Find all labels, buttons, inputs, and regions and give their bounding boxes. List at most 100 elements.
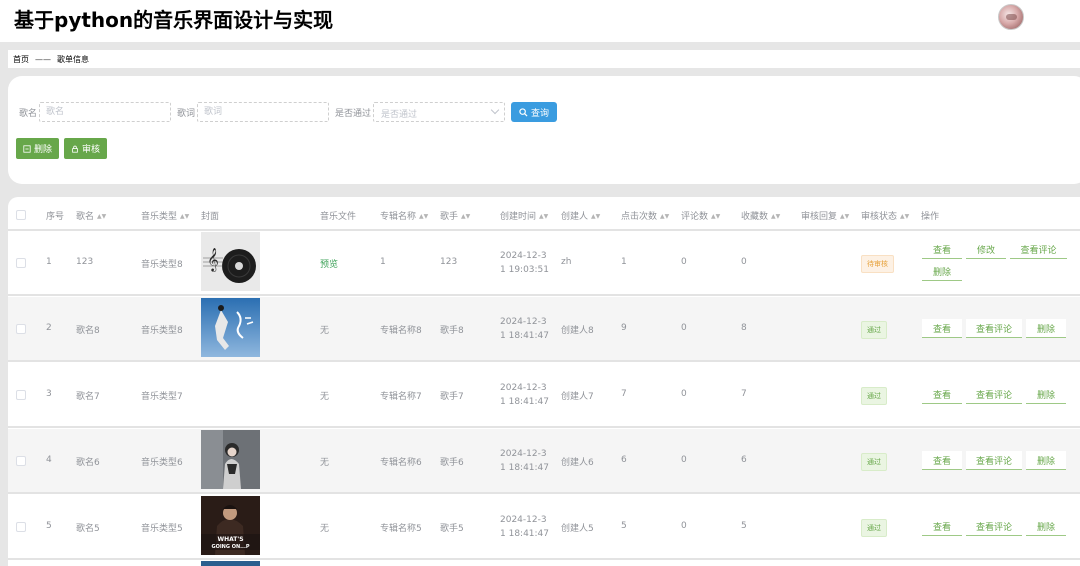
- th-reply[interactable]: 审核回复 ▲▼: [801, 209, 849, 222]
- view-comments-button[interactable]: 查看评论: [966, 451, 1022, 470]
- cell-clicks: 9: [621, 323, 627, 333]
- th-clicks[interactable]: 点击次数 ▲▼: [621, 209, 669, 222]
- th-favorites-label: 收藏数: [741, 212, 769, 222]
- cell-singer: 歌手5: [440, 524, 464, 534]
- th-name[interactable]: 歌名 ▲▼: [76, 209, 106, 222]
- cell-file: 无: [320, 326, 330, 336]
- lyrics-input[interactable]: [197, 102, 330, 122]
- approved-select[interactable]: 是否通过: [373, 102, 506, 122]
- cell-album: 1: [380, 257, 386, 267]
- breadcrumb-home[interactable]: 首页: [13, 54, 29, 65]
- svg-text:WHAT'S: WHAT'S: [217, 536, 243, 543]
- cell-favorites: 8: [741, 323, 747, 333]
- view-button[interactable]: 查看: [922, 385, 962, 404]
- review-button[interactable]: 审核: [64, 138, 108, 159]
- th-album[interactable]: 专辑名称 ▲▼: [380, 209, 428, 222]
- cell-creator: zh: [561, 257, 572, 267]
- search-icon: [519, 107, 528, 117]
- song-name-label: 歌名: [19, 108, 38, 119]
- view-button[interactable]: 查看: [922, 240, 962, 259]
- cell-type: 音乐类型6: [141, 458, 183, 468]
- table-row: 3 歌名7 音乐类型7 无 专辑名称7 歌手7 2024-12-3 1 18:4…: [8, 363, 1080, 428]
- th-singer[interactable]: 歌手 ▲▼: [440, 209, 470, 222]
- status-badge: 通过: [861, 321, 887, 339]
- cell-file: 无: [320, 524, 330, 534]
- delete-row-button[interactable]: 删除: [1026, 319, 1066, 338]
- row-checkbox[interactable]: [16, 390, 26, 400]
- delete-row-button[interactable]: 删除: [1026, 517, 1066, 536]
- select-all-checkbox[interactable]: [16, 210, 26, 220]
- cell-time: 2024-12-3 1 18:41:47: [500, 383, 550, 407]
- th-comments[interactable]: 评论数 ▲▼: [681, 209, 720, 222]
- th-file: 音乐文件: [320, 212, 357, 222]
- th-type[interactable]: 音乐类型 ▲▼: [141, 209, 189, 222]
- cell-comments: 0: [681, 455, 687, 465]
- cell-type: 音乐类型5: [141, 524, 183, 534]
- th-time[interactable]: 创建时间 ▲▼: [500, 209, 548, 222]
- view-comments-button[interactable]: 查看评论: [1010, 240, 1067, 259]
- sort-icon: ▲▼: [97, 213, 107, 220]
- delete-row-button[interactable]: 删除: [1026, 451, 1066, 470]
- cell-comments: 0: [681, 521, 687, 531]
- cell-index: 3: [46, 389, 52, 399]
- th-cover: 封面: [201, 212, 220, 222]
- cell-name: 歌名6: [76, 458, 100, 468]
- view-button[interactable]: 查看: [922, 517, 962, 536]
- cell-album: 专辑名称5: [380, 524, 422, 534]
- th-creator[interactable]: 创建人 ▲▼: [561, 209, 600, 222]
- row-checkbox[interactable]: [16, 522, 26, 532]
- cell-comments: 0: [681, 323, 687, 333]
- th-clicks-label: 点击次数: [621, 212, 658, 222]
- cell-singer: 123: [440, 257, 458, 267]
- sort-icon: ▲▼: [180, 213, 190, 220]
- view-button[interactable]: 查看: [922, 451, 962, 470]
- th-ops: 操作: [921, 212, 940, 222]
- cell-index: 2: [46, 323, 52, 333]
- cell-clicks: 1: [621, 257, 627, 267]
- chevron-down-icon: [490, 105, 500, 115]
- cell-creator: 创建人6: [561, 458, 594, 468]
- sort-icon: ▲▼: [771, 213, 781, 220]
- th-status[interactable]: 审核状态 ▲▼: [861, 209, 909, 222]
- preview-link[interactable]: 预览: [320, 257, 338, 270]
- avatar[interactable]: [998, 4, 1024, 30]
- view-button[interactable]: 查看: [922, 319, 962, 338]
- cell-album: 专辑名称6: [380, 458, 422, 468]
- sort-icon: ▲▼: [461, 213, 471, 220]
- th-album-label: 专辑名称: [380, 212, 417, 222]
- row-checkbox[interactable]: [16, 456, 26, 466]
- cell-type: 音乐类型8: [141, 260, 183, 270]
- sort-icon: ▲▼: [539, 213, 549, 220]
- cell-clicks: 5: [621, 521, 627, 531]
- delete-button-label: 删除: [34, 144, 53, 154]
- cell-creator: 创建人7: [561, 392, 594, 402]
- approved-label: 是否通过: [335, 108, 372, 119]
- delete-row-button[interactable]: 删除: [922, 262, 962, 281]
- th-favorites[interactable]: 收藏数 ▲▼: [741, 209, 780, 222]
- table-row: 2 歌名8 音乐类型8 无 专辑名称8 歌手8 2024-12-3 1 18:4…: [8, 297, 1080, 362]
- table-row: [8, 561, 1080, 566]
- cell-singer: 歌手7: [440, 392, 464, 402]
- query-button[interactable]: 查询: [511, 102, 558, 122]
- edit-button[interactable]: 修改: [966, 240, 1006, 259]
- cell-singer: 歌手6: [440, 458, 464, 468]
- row-checkbox[interactable]: [16, 258, 26, 268]
- cell-time: 2024-12-3 1 18:41:47: [500, 515, 550, 539]
- search-row: 歌名 歌词 是否通过 是否通过 查询: [19, 102, 558, 122]
- cover-image-partial: [201, 561, 260, 566]
- delete-row-button[interactable]: 删除: [1026, 385, 1066, 404]
- song-name-input[interactable]: [39, 102, 172, 122]
- view-comments-button[interactable]: 查看评论: [966, 319, 1022, 338]
- view-comments-button[interactable]: 查看评论: [966, 385, 1022, 404]
- delete-button[interactable]: 删除: [16, 138, 60, 159]
- status-badge: 待审核: [861, 255, 894, 273]
- cell-time: 2024-12-3 1 18:41:47: [500, 317, 550, 341]
- cell-singer: 歌手8: [440, 326, 464, 336]
- view-comments-button[interactable]: 查看评论: [966, 517, 1022, 536]
- cell-name: 歌名7: [76, 392, 100, 402]
- row-checkbox[interactable]: [16, 324, 26, 334]
- cell-album: 专辑名称8: [380, 326, 422, 336]
- cell-index: 5: [46, 521, 52, 531]
- cell-favorites: 5: [741, 521, 747, 531]
- lock-icon: [72, 145, 78, 153]
